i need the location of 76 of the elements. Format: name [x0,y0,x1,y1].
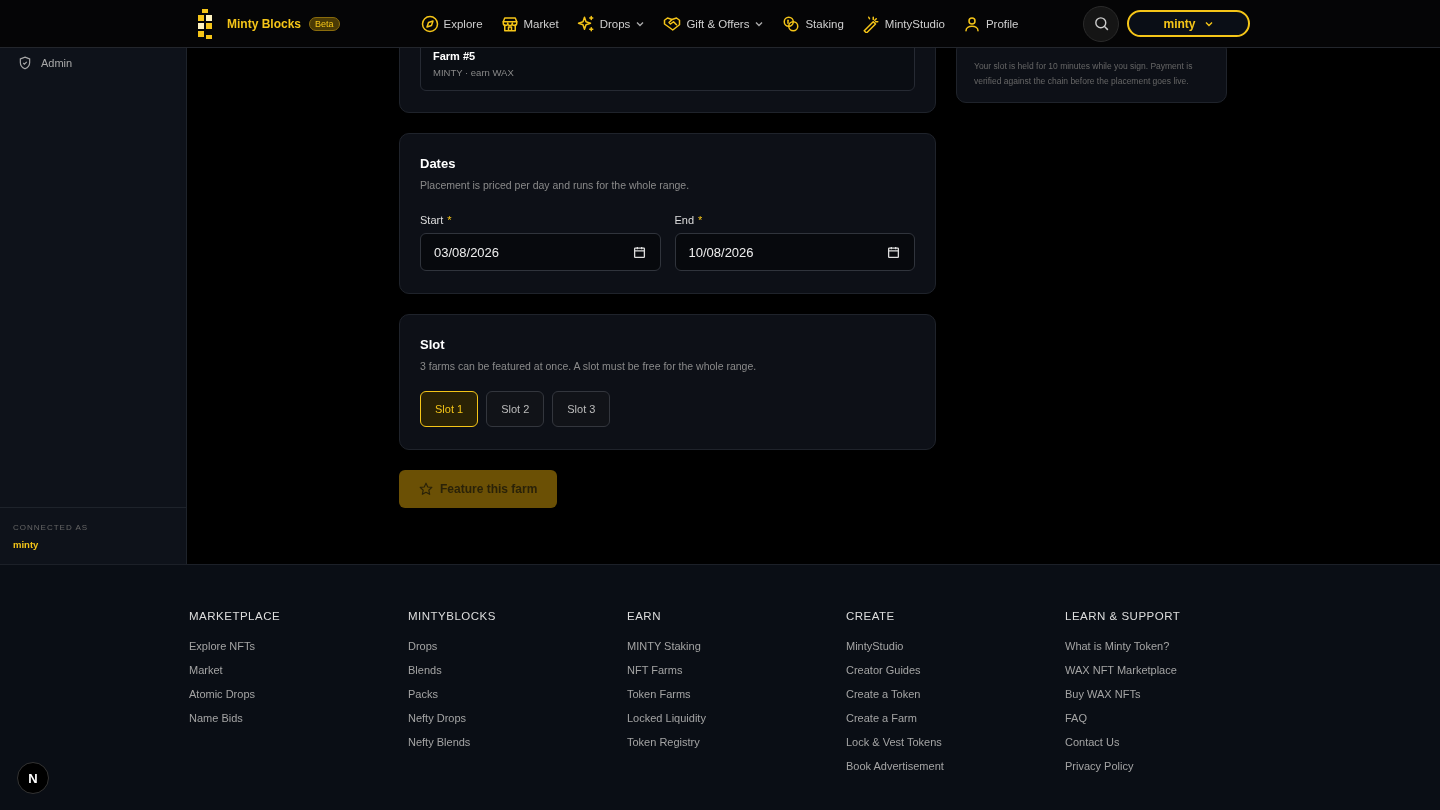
footer-link[interactable]: Market [189,658,408,682]
footer-link[interactable]: Nefty Blends [408,730,627,754]
star-icon [419,482,433,496]
compass-icon [420,14,439,33]
footer-link[interactable]: Name Bids [189,706,408,730]
farm-name: Farm #5 [433,50,477,62]
search-icon [1092,15,1110,32]
card-description: Placement is priced per day and runs for the whole range. [420,179,691,191]
search-button[interactable] [1083,5,1119,42]
beta-badge: Beta [309,16,340,31]
footer-link[interactable]: Packs [408,682,627,706]
logo-icon [197,8,213,39]
footer-link[interactable]: FAQ [1065,706,1284,730]
footer-link[interactable]: Atomic Drops [189,682,408,706]
footer-heading: MINTYBLOCKS [408,610,497,622]
nav-link[interactable]: Market [500,14,559,33]
footer-link[interactable]: Locked Liquidity [627,706,846,730]
footer-link[interactable]: Nefty Drops [408,706,627,730]
farm-option[interactable]: Farm #5 MINTY · earn WAX [420,48,915,91]
sidebar-item[interactable]: Admin [18,56,168,70]
slot-button[interactable]: Slot 1 [420,391,479,427]
slot-button[interactable]: Slot 3 [552,391,611,427]
footer-link[interactable]: Contact Us [1065,730,1284,754]
connected-user: minty [13,539,40,550]
footer-link[interactable]: Token Registry [627,730,846,754]
nav-link[interactable]: MintyStudio [861,14,945,33]
user-icon [962,14,981,33]
footer-link[interactable]: WAX NFT Marketplace [1065,658,1284,682]
brand-name[interactable]: Minty Blocks [227,16,301,31]
nav-link[interactable]: Gift & Offers [663,14,765,33]
footer-heading: EARN [627,610,662,622]
date-field[interactable]: 03/08/2026 [420,233,661,271]
calendar-icon [632,245,646,259]
footer-link[interactable]: Creator Guides [846,658,1065,682]
info-text: Your slot is held for 10 minutes while you sign. Payment is verified against the chain before the placement goes live. [974,60,1194,88]
field-label: Start [420,214,444,226]
card-title: Slot [420,337,446,352]
sparkles-icon [576,14,595,33]
footer-link[interactable]: Create a Farm [846,706,1065,730]
footer-link[interactable]: Blends [408,658,627,682]
calendar-icon [887,245,900,259]
handshake-icon [663,14,682,33]
footer-heading: LEARN & SUPPORT [1065,610,1182,622]
footer-link[interactable]: Explore NFTs [189,634,408,658]
coins-icon [782,14,801,33]
date-field[interactable]: 10/08/2026 [674,233,915,271]
wand-icon [861,14,880,33]
nav-link[interactable]: Explore [420,14,483,33]
footer-link[interactable]: Book Advertisement [846,754,1065,778]
connected-label: CONNECTED AS [13,523,90,532]
card-title: Dates [420,156,457,171]
footer-link[interactable]: What is Minty Token? [1065,634,1284,658]
footer-link[interactable]: MintyStudio [846,634,1065,658]
dev-badge[interactable]: N [17,762,49,794]
field-label: End [674,214,695,226]
slot-button[interactable]: Slot 2 [486,391,545,427]
card-description: 3 farms can be featured at once. A slot must be free for the whole range. [420,360,758,372]
shield-icon [18,56,32,70]
nav-link[interactable]: Profile [962,14,1019,33]
nav-link[interactable]: Staking [782,14,844,33]
footer-link[interactable]: Lock & Vest Tokens [846,730,1065,754]
footer-heading: MARKETPLACE [189,610,282,622]
footer-link[interactable]: Buy WAX NFTs [1065,682,1284,706]
required-mark: * [698,214,703,226]
footer-link[interactable]: Create a Token [846,682,1065,706]
footer-heading: CREATE [846,610,896,622]
store-icon [500,14,519,33]
footer-link[interactable]: Privacy Policy [1065,754,1284,778]
account-button[interactable]: minty [1127,10,1250,37]
footer-link[interactable]: Drops [408,634,627,658]
footer-link[interactable]: MINTY Staking [627,634,846,658]
required-mark: * [447,214,452,226]
footer-link[interactable]: NFT Farms [627,658,846,682]
nav-link[interactable]: Drops [576,14,646,33]
farm-subtitle: MINTY · earn WAX [433,67,515,78]
footer-link[interactable]: Token Farms [627,682,846,706]
